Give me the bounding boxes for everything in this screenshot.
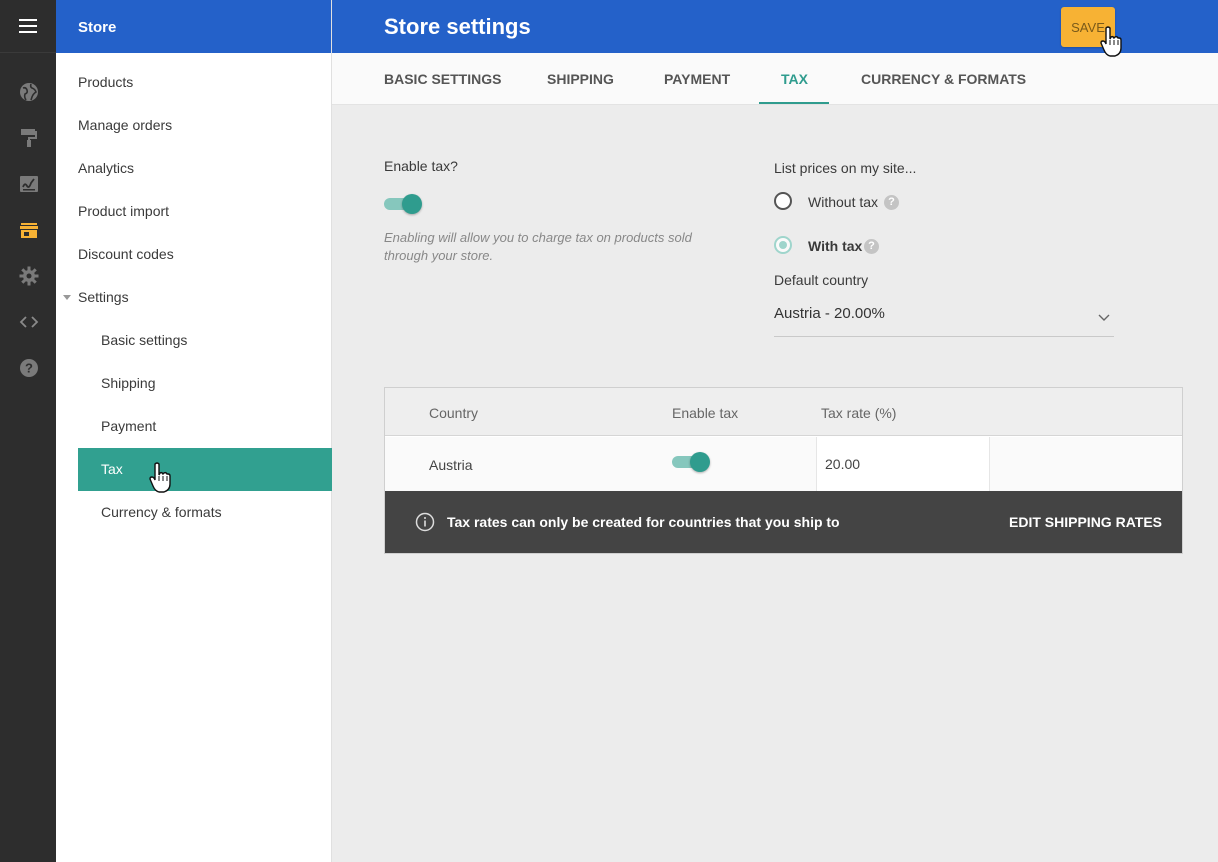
sidebar-item-discount-codes[interactable]: Discount codes [78, 233, 174, 276]
sidebar-item-tax[interactable]: Tax [78, 448, 332, 491]
sidebar-item-basic-settings[interactable]: Basic settings [101, 319, 187, 362]
tax-rates-table: Country Enable tax Tax rate (%) Austria … [384, 387, 1183, 554]
without-tax-radio[interactable] [774, 192, 792, 210]
sidebar-item-products[interactable]: Products [78, 61, 133, 104]
sidebar-item-payment[interactable]: Payment [101, 405, 156, 448]
with-tax-label[interactable]: With tax [808, 238, 862, 254]
default-country-value: Austria - 20.00% [774, 305, 885, 322]
enable-tax-hint-line-2: through your store. [384, 248, 494, 263]
column-header-tax-rate: Tax rate (%) [821, 405, 897, 421]
info-icon [415, 512, 435, 537]
signature-icon[interactable] [18, 173, 40, 195]
column-header-country: Country [429, 405, 479, 421]
table-header: Country Enable tax Tax rate (%) [385, 388, 1182, 436]
help-icon[interactable]: ? [18, 357, 40, 379]
sidebar-item-settings[interactable]: Settings [78, 276, 129, 319]
list-prices-label: List prices on my site... [774, 160, 917, 176]
sidebar-item-analytics[interactable]: Analytics [78, 147, 134, 190]
hamburger-menu-button[interactable] [0, 0, 56, 53]
gear-icon[interactable] [18, 265, 40, 287]
chevron-down-icon [1098, 309, 1110, 327]
page-title: Store settings [384, 14, 531, 39]
chevron-down-icon[interactable] [63, 295, 71, 300]
tab-tax[interactable]: TAX [781, 53, 808, 105]
svg-text:?: ? [25, 361, 33, 376]
enable-tax-label: Enable tax? [384, 158, 458, 174]
store-icon[interactable] [18, 219, 40, 241]
row-enable-tax-toggle[interactable] [672, 452, 710, 472]
enable-tax-toggle[interactable] [384, 194, 422, 214]
without-tax-label[interactable]: Without tax [808, 194, 878, 210]
row-country: Austria [429, 457, 473, 473]
left-rail: ? [0, 0, 56, 862]
enable-tax-hint-line-1: Enabling will allow you to charge tax on… [384, 230, 692, 245]
sidebar-item-shipping[interactable]: Shipping [101, 362, 156, 405]
sidebar: Store Products Manage orders Analytics P… [56, 0, 332, 862]
page-header: Store settings SAVE [332, 0, 1218, 53]
paint-roller-icon[interactable] [18, 127, 40, 149]
tax-rate-value: 20.00 [825, 456, 861, 472]
column-header-enable-tax: Enable tax [672, 405, 739, 421]
tax-notice-bar: Tax rates can only be created for countr… [385, 491, 1182, 553]
tab-currency-formats[interactable]: CURRENCY & FORMATS [861, 53, 1026, 105]
menu-icon [19, 19, 37, 33]
tab-payment[interactable]: PAYMENT [664, 53, 730, 105]
settings-tabs: BASIC SETTINGS SHIPPING PAYMENT TAX CURR… [332, 53, 1218, 105]
default-country-select[interactable]: Austria - 20.00% [774, 297, 1114, 337]
tab-shipping[interactable]: SHIPPING [547, 53, 614, 105]
tab-basic-settings[interactable]: BASIC SETTINGS [384, 53, 501, 105]
with-tax-radio[interactable] [774, 236, 792, 254]
default-country-label: Default country [774, 272, 869, 288]
code-icon[interactable] [18, 311, 40, 333]
edit-shipping-rates-button[interactable]: EDIT SHIPPING RATES [1009, 514, 1162, 530]
sidebar-title: Store [56, 0, 331, 53]
help-icon[interactable]: ? [864, 239, 879, 254]
notice-message: Tax rates can only be created for countr… [447, 514, 840, 530]
globe-icon[interactable] [18, 81, 40, 103]
sidebar-item-product-import[interactable]: Product import [78, 190, 169, 233]
save-button[interactable]: SAVE [1061, 7, 1115, 47]
help-icon[interactable]: ? [884, 195, 899, 210]
sidebar-item-currency-formats[interactable]: Currency & formats [101, 491, 222, 534]
sidebar-item-manage-orders[interactable]: Manage orders [78, 104, 172, 147]
tax-rate-input[interactable]: 20.00 [816, 437, 990, 491]
active-tab-indicator [759, 102, 829, 104]
table-row: Austria 20.00 [385, 437, 1182, 491]
